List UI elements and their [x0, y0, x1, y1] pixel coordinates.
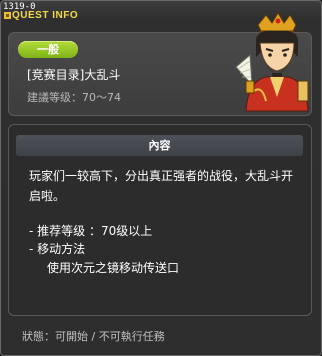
window-title: QUEST INFO — [12, 10, 79, 21]
quest-type-badge: 一般 — [18, 41, 78, 58]
recommended-level-line: - 推荐等级 ：70级以上 — [29, 224, 153, 238]
quest-description: 玩家们一较高下，分出真正强者的战役，大乱斗开启啦。 — [29, 169, 294, 203]
content-section-header: 內容 — [16, 135, 303, 156]
quest-recommended-level: 建議等级：70～74 — [27, 91, 121, 104]
move-method-line: - 移动方法 — [29, 242, 86, 256]
quest-status: 狀態：可開始 / 不可執行任務 — [22, 330, 165, 343]
npc-portrait — [235, 12, 309, 112]
quest-name: [竞赛目录]大乱斗 — [27, 68, 121, 82]
quest-bullet-icon — [4, 12, 11, 19]
move-method-detail: 使用次元之镜移动传送口 — [47, 261, 180, 275]
